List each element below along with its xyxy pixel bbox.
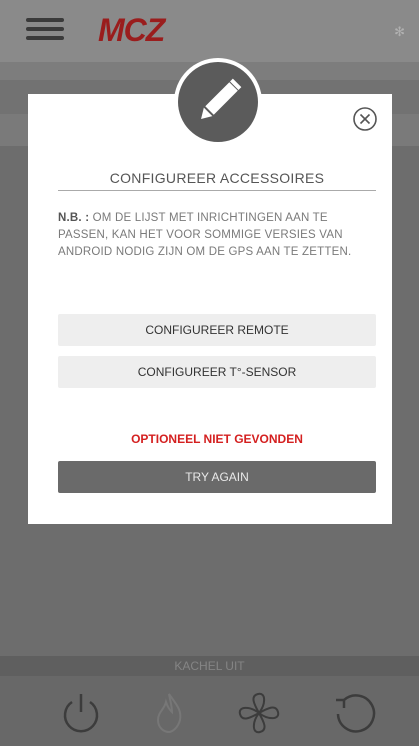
dialog-title: CONFIGUREER ACCESSOIRES xyxy=(109,170,325,186)
title-divider xyxy=(58,190,376,191)
gps-note: N.B. : OM DE LIJST MET INRICHTINGEN AAN … xyxy=(58,210,376,261)
note-label: N.B. : xyxy=(58,212,90,224)
modal-overlay: CONFIGUREER ACCESSOIRES N.B. : OM DE LIJ… xyxy=(0,0,419,746)
try-again-button[interactable]: TRY AGAIN xyxy=(58,461,376,493)
note-text: OM DE LIJST MET INRICHTINGEN AAN TE PASS… xyxy=(58,212,352,258)
pencil-icon xyxy=(178,62,258,142)
configure-sensor-button[interactable]: CONFIGUREER T°-SENSOR xyxy=(58,356,376,388)
configure-accessories-dialog: CONFIGUREER ACCESSOIRES N.B. : OM DE LIJ… xyxy=(28,94,392,524)
close-circle-icon[interactable] xyxy=(352,106,378,132)
error-message: OPTIONEEL NIET GEVONDEN xyxy=(131,432,303,446)
pencil-badge xyxy=(174,58,262,146)
configure-remote-button[interactable]: CONFIGUREER REMOTE xyxy=(58,314,376,346)
